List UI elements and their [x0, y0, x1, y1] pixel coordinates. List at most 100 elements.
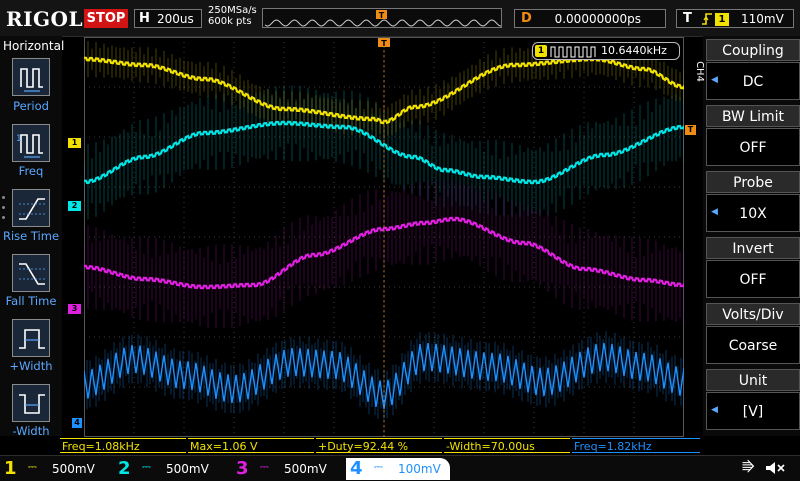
- counter-value: 10.6440kHz: [601, 44, 667, 57]
- rise-time-button[interactable]: [12, 189, 50, 227]
- channel-number: 1: [4, 458, 17, 479]
- delay-value: 0.00000000ps: [554, 12, 641, 26]
- trigger-source: 1: [715, 13, 729, 26]
- trigger-box[interactable]: T 1 110mV: [676, 9, 794, 28]
- trigger-position-label: T: [381, 39, 387, 48]
- channel-2-status[interactable]: 2 ⎓ 500mV: [114, 458, 226, 480]
- bw-limit-value: OFF: [706, 128, 800, 166]
- measurement-item[interactable]: Freq=1.82kHz: [572, 438, 700, 453]
- fall-time-icon: [19, 263, 45, 285]
- counter-channel: 1: [535, 45, 547, 57]
- channel-1-status[interactable]: 1 ⎓ 500mV: [0, 458, 112, 480]
- memory-overview-bar[interactable]: T: [262, 8, 502, 28]
- rise-time-icon: [19, 198, 45, 220]
- bw-limit-title: BW Limit: [706, 105, 800, 127]
- top-status-bar: RIGOL STOP H 200us 250MSa/s 600k pts T D…: [0, 0, 800, 37]
- channel-4-offset-marker[interactable]: 4: [72, 418, 82, 428]
- menu-page-dot: [2, 196, 5, 199]
- coupling-title: Coupling: [706, 39, 800, 61]
- left-arrow-icon: ◀: [711, 405, 718, 415]
- trigger-level-marker[interactable]: T: [685, 125, 696, 135]
- negative-width-label: -Width: [12, 424, 50, 438]
- frequency-counter: 1 10.6440kHz: [532, 42, 680, 60]
- measurement-item[interactable]: -Width=70.00us: [444, 438, 570, 453]
- invert-menu-item[interactable]: Invert OFF: [706, 236, 800, 298]
- dc-coupling-icon: ⎓: [374, 460, 383, 473]
- channel-2-offset-marker[interactable]: 2: [68, 201, 81, 211]
- left-arrow-icon: ◀: [711, 75, 718, 85]
- counter-square-wave-icon: [550, 46, 596, 58]
- unit-value: [V]: [706, 392, 800, 430]
- dc-coupling-icon: ⎓: [260, 460, 269, 473]
- negative-width-icon: [19, 394, 45, 414]
- period-label: Period: [13, 99, 49, 113]
- unit-title: Unit: [706, 369, 800, 391]
- channel-1-offset-marker[interactable]: 1: [68, 138, 81, 148]
- measurement-item[interactable]: Max=1.06 V: [188, 438, 314, 453]
- frequency-button[interactable]: 1: [12, 124, 50, 162]
- invert-title: Invert: [706, 237, 800, 259]
- rise-time-label: Rise Time: [2, 229, 60, 243]
- fall-time-label: Fall Time: [5, 294, 57, 308]
- sample-rate: 250MSa/s: [208, 5, 257, 16]
- horizontal-delay-box[interactable]: D 0.00000000ps: [514, 9, 666, 28]
- waveform-area[interactable]: T: [84, 37, 684, 437]
- menu-channel-tag: CH4: [693, 61, 705, 82]
- channel-3-status[interactable]: 3 ⎓ 500mV: [232, 458, 344, 480]
- measurement-bar: Freq=1.08kHz Max=1.06 V +Duty=92.44 % -W…: [60, 437, 702, 454]
- acquisition-info: 250MSa/s 600k pts: [208, 5, 257, 27]
- timebase-box[interactable]: H 200us: [134, 9, 202, 28]
- channel-number: 3: [236, 458, 249, 479]
- delay-label: D: [521, 11, 532, 26]
- channel-4-status[interactable]: 4 ⎓ 100mV: [346, 458, 450, 480]
- channel-number: 4: [350, 458, 363, 479]
- timebase-value: 200us: [157, 12, 194, 26]
- dc-coupling-icon: ⎓: [142, 460, 151, 473]
- period-button[interactable]: [12, 58, 50, 96]
- panel-title: Horizontal: [3, 39, 65, 53]
- probe-title: Probe: [706, 171, 800, 193]
- horizontal-measure-panel: Horizontal Period 1 Freq Rise Time Fall …: [0, 36, 65, 438]
- positive-width-button[interactable]: [12, 319, 50, 357]
- measurement-item[interactable]: Freq=1.08kHz: [60, 438, 186, 453]
- volts-div-menu-item[interactable]: Volts/Div Coarse: [706, 302, 800, 364]
- positive-width-label: +Width: [9, 359, 53, 373]
- frequency-label: Freq: [18, 164, 44, 178]
- fall-time-button[interactable]: [12, 254, 50, 292]
- rising-edge-icon: [701, 11, 713, 31]
- run-stop-button[interactable]: STOP: [84, 9, 128, 28]
- dc-coupling-icon: ⎓: [28, 460, 37, 473]
- overview-trigger-marker: T: [379, 11, 385, 20]
- menu-page-dot: [2, 216, 5, 219]
- usb-icon: ⭆: [742, 460, 755, 476]
- probe-menu-item[interactable]: Probe 10X ◀: [706, 170, 800, 232]
- invert-value: OFF: [706, 260, 800, 298]
- bw-limit-menu-item[interactable]: BW Limit OFF: [706, 104, 800, 166]
- channel-number: 2: [118, 458, 131, 479]
- trigger-label: T: [683, 11, 692, 26]
- channel-scale: 100mV: [398, 462, 441, 476]
- unit-menu-item[interactable]: Unit [V] ◀: [706, 368, 800, 430]
- coupling-menu-item[interactable]: Coupling DC ◀: [706, 38, 800, 100]
- probe-value: 10X: [706, 194, 800, 232]
- channel-scale: 500mV: [284, 462, 327, 476]
- positive-width-icon: [19, 329, 45, 349]
- trigger-level: 110mV: [741, 12, 784, 26]
- channel-menu: Coupling DC ◀ BW Limit OFF Probe 10X ◀ I…: [703, 36, 800, 436]
- volts-div-title: Volts/Div: [706, 303, 800, 325]
- speaker-muted-icon[interactable]: [764, 460, 786, 480]
- timebase-label: H: [139, 11, 150, 26]
- memory-depth: 600k pts: [208, 16, 252, 27]
- frequency-icon: 1: [16, 134, 43, 158]
- left-arrow-icon: ◀: [711, 207, 718, 217]
- channel-3-offset-marker[interactable]: 3: [68, 304, 81, 314]
- channel-scale: 500mV: [52, 462, 95, 476]
- memory-overview-waveform: T: [264, 10, 502, 27]
- measurement-item[interactable]: +Duty=92.44 %: [316, 438, 442, 453]
- oscilloscope-display: RIGOL STOP H 200us 250MSa/s 600k pts T D…: [0, 0, 800, 481]
- negative-width-button[interactable]: [12, 384, 50, 422]
- brand-logo: RIGOL: [6, 7, 84, 31]
- period-icon: [20, 68, 43, 92]
- volts-div-value: Coarse: [706, 326, 800, 364]
- coupling-value: DC: [706, 62, 800, 100]
